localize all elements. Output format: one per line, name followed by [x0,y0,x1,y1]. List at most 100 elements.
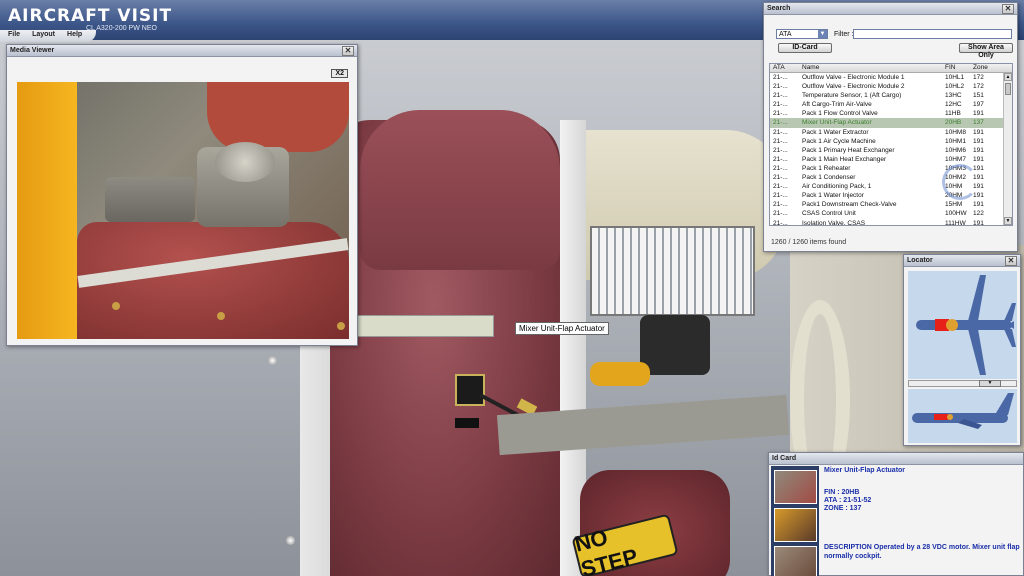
cell-zone: 191 [973,164,984,172]
cell-fin: 10HM8 [945,128,966,136]
cell-zone: 137 [973,119,984,127]
table-row[interactable]: 21-... Pack 1 Air Cycle Machine 10HM1 191 [770,137,1012,146]
id-card-button[interactable]: ID-Card [778,43,832,53]
table-row[interactable]: 21-... CSAS Control Unit 100HW 122 [770,209,1012,218]
cell-name: Pack 1 Air Cycle Machine [802,137,876,145]
cell-name: Pack 1 Main Heat Exchanger [802,155,887,163]
table-header: ATA Name FIN Zone [770,64,1012,73]
cell-zone: 191 [973,110,984,118]
table-row[interactable]: 21-... Outflow Valve - Electronic Module … [770,82,1012,91]
table-row[interactable]: 21-... Pack1 Downstream Check-Valve 15HM 19… [770,200,1012,209]
cell-ata: 21-... [773,128,788,136]
vertical-scrollbar[interactable]: ▲ ▼ [1003,73,1012,225]
chevron-down-icon[interactable]: ▼ [818,30,827,38]
scrollbar-thumb[interactable] [1005,83,1011,95]
air-duct-top[interactable] [360,110,560,270]
scroll-down-icon[interactable]: ▼ [1004,217,1012,225]
table-row[interactable]: 21-... Aft Cargo-Trim Air-Valve 12HC 197 [770,100,1012,109]
menu-help[interactable]: Help [61,30,88,42]
table-row[interactable]: 21-... Pack 1 Water Injector 20HM 191 [770,191,1012,200]
yellow-component[interactable] [590,362,650,386]
cell-ata: 21-... [773,101,788,109]
table-row[interactable]: 21-... Pack 1 Reheater 10HM3 191 [770,164,1012,173]
scroll-up-icon[interactable]: ▲ [1004,73,1012,81]
table-row[interactable]: 21-... Outflow Valve - Electronic Module … [770,73,1012,82]
results-table: ATA Name FIN Zone 21-... Outflow Valve - … [769,63,1013,226]
table-row[interactable]: 21-... Pack 1 Main Heat Exchanger 10HM7 191 [770,155,1012,164]
cell-ata: 21-... [773,192,788,200]
aircraft-side-view[interactable] [908,389,1017,443]
menu-layout[interactable]: Layout [26,30,61,42]
thumbnail-image[interactable] [774,546,817,576]
cell-name: Pack 1 Flow Control Valve [802,110,878,118]
heat-exchanger-grille[interactable] [590,226,755,316]
cell-name: Pack 1 Water Extractor [802,128,869,136]
cell-zone: 172 [973,83,984,91]
search-titlebar[interactable]: Search ✕ [764,3,1017,15]
close-icon[interactable]: ✕ [342,45,354,56]
locator-slider[interactable]: ▼ [908,380,1017,387]
component-ata: ATA : 21-51-52 [824,497,872,504]
cell-ata: 21-... [773,164,788,172]
cell-ata: 21-... [773,201,788,209]
cell-name: Air Conditioning Pack, 1 [802,183,872,191]
cell-name: Outflow Valve - Electronic Module 2 [802,83,905,91]
window-title: Id Card [772,455,797,462]
menu-file[interactable]: File [2,30,26,42]
media-viewer-titlebar[interactable]: Media Viewer ✕ [7,45,357,57]
cell-ata: 21-... [773,155,788,163]
photo-bolt [217,312,225,320]
cell-name: Mixer Unit-Flap Actuator [802,119,872,127]
component-name: Mixer Unit-Flap Actuator [824,467,906,474]
window-title: Media Viewer [10,47,55,54]
mixer-unit-connector[interactable] [455,374,485,406]
cell-ata: 21-... [773,137,788,145]
thumbnail-image[interactable] [774,470,817,504]
cell-name: CSAS Control Unit [802,210,856,218]
thumbnail-image[interactable] [774,508,817,542]
cell-ata: 21-... [773,174,788,182]
close-icon[interactable]: ✕ [1005,255,1017,266]
cell-ata: 21-... [773,146,788,154]
cell-fin: 111HW [945,219,966,226]
actuator-unit[interactable] [640,315,710,375]
aircraft-top-view[interactable] [908,271,1017,379]
cell-ata: 21-... [773,183,788,191]
cell-fin: 10HL2 [945,83,965,91]
zoom-x2-button[interactable]: X2 [331,69,348,78]
component-fin: FIN : 20HB [824,489,860,496]
hotspot-marker[interactable] [286,536,295,545]
cell-zone: 122 [973,210,984,218]
table-row[interactable]: 21-... Temperature Sensor, 1 (Aft Cargo) 1… [770,91,1012,100]
show-area-only-button[interactable]: Show Area Only [959,43,1013,59]
column-name[interactable]: Name [799,64,945,72]
photo-bolt [337,322,345,330]
cell-fin: 10HL1 [945,74,965,81]
locator-titlebar[interactable]: Locator ✕ [904,255,1020,267]
cell-name: Outflow Valve - Electronic Module 1 [802,74,905,81]
cell-zone: 197 [973,101,984,109]
table-row[interactable]: 21-... Pack 1 Primary Heat Exchanger 10HM6… [770,146,1012,155]
duct-collar [344,315,494,337]
chevron-down-icon[interactable]: ▼ [979,380,1001,387]
cell-name: Pack 1 Primary Heat Exchanger [802,146,895,154]
cell-ata: 21-... [773,119,788,127]
filter-input[interactable] [853,29,1012,39]
close-icon[interactable]: ✕ [1002,3,1014,14]
id-card-window: Id Card Mixer Unit-Flap Actuator FIN : 2… [768,452,1024,576]
table-row[interactable]: 21-... Isolation Valve, CSAS 111HW 191 [770,219,1012,226]
column-ata[interactable]: ATA [770,64,799,72]
search-type-select[interactable]: ATA ▼ [776,29,828,39]
cell-fin: 15HM [945,201,963,209]
id-card-titlebar[interactable]: Id Card [769,453,1023,465]
table-row[interactable]: 21-... Mixer Unit-Flap Actuator 20HB 137 [770,118,1012,128]
cell-zone: 191 [973,219,984,226]
photo-duct-top [207,82,349,152]
loading-spinner-icon [942,164,978,200]
column-fin[interactable]: FIN [945,64,973,72]
table-row[interactable]: 21-... Pack 1 Flow Control Valve 11HB 191 [770,109,1012,118]
table-row[interactable]: 21-... Pack 1 Water Extractor 10HM8 191 [770,128,1012,137]
hotspot-marker[interactable] [268,356,277,365]
column-zone[interactable]: Zone [973,64,999,72]
component-photo [17,82,349,339]
